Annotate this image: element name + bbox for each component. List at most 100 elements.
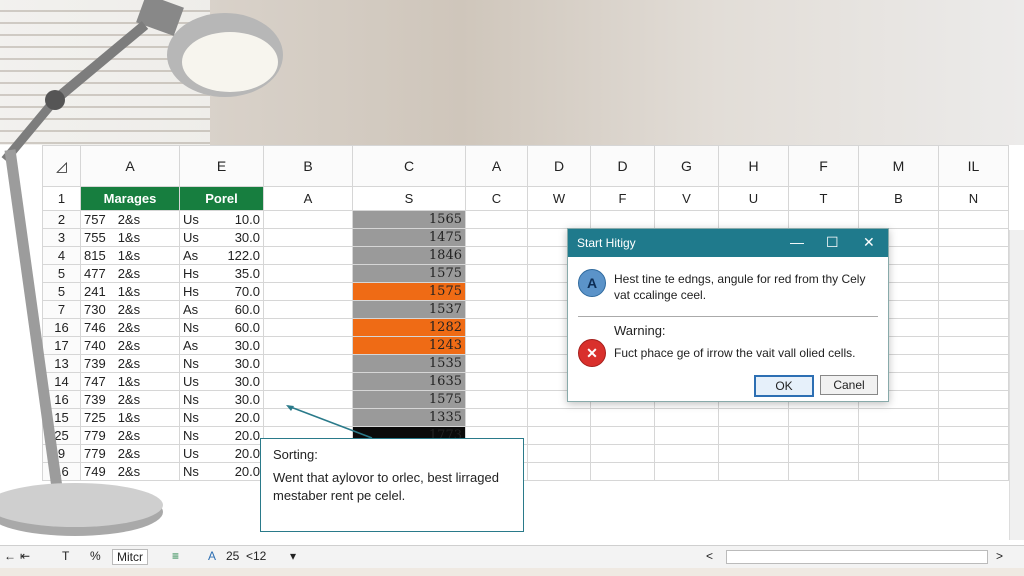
table-cell[interactable]: [788, 408, 859, 427]
row-number[interactable]: 14: [42, 372, 81, 391]
table-cell[interactable]: 730 2&s: [80, 300, 180, 319]
highlight-cell[interactable]: 1565: [352, 210, 466, 229]
chevron-down-icon[interactable]: ▾: [290, 549, 296, 563]
list-icon[interactable]: ≡: [172, 549, 179, 563]
table-cell[interactable]: [465, 408, 528, 427]
table-cell[interactable]: [465, 300, 528, 319]
close-icon[interactable]: ✕: [863, 234, 875, 251]
table-cell[interactable]: [938, 372, 1009, 391]
column-header[interactable]: B: [263, 145, 353, 187]
table-cell[interactable]: Us 30.0: [179, 372, 264, 391]
table-cell[interactable]: [263, 246, 353, 265]
table-cell[interactable]: 746 2&s: [80, 318, 180, 337]
row-number[interactable]: 16: [42, 390, 81, 409]
table-cell[interactable]: 725 1&s: [80, 408, 180, 427]
table-cell[interactable]: [590, 462, 655, 481]
table-cell[interactable]: W: [527, 186, 591, 211]
table-cell[interactable]: Hs 35.0: [179, 264, 264, 283]
table-cell[interactable]: [465, 336, 528, 355]
highlight-cell[interactable]: 1635: [352, 372, 466, 391]
table-cell[interactable]: [788, 210, 859, 229]
minimize-icon[interactable]: —: [790, 234, 804, 250]
row-number[interactable]: 2: [42, 210, 81, 229]
table-cell[interactable]: F: [590, 186, 655, 211]
table-cell[interactable]: [590, 426, 655, 445]
row-number[interactable]: 16: [42, 462, 81, 481]
highlight-cell[interactable]: 1535: [352, 354, 466, 373]
table-cell[interactable]: B: [858, 186, 939, 211]
column-header[interactable]: H: [718, 145, 789, 187]
table-cell[interactable]: 241 1&s: [80, 282, 180, 301]
scroll-right-arrow-icon[interactable]: >: [996, 549, 1003, 563]
column-header[interactable]: D: [590, 145, 655, 187]
table-cell[interactable]: [938, 228, 1009, 247]
status-item-t[interactable]: T: [62, 549, 69, 563]
table-cell[interactable]: [788, 444, 859, 463]
table-cell[interactable]: Ns 60.0: [179, 318, 264, 337]
highlight-cell[interactable]: 1575: [352, 282, 466, 301]
dialog-title-bar[interactable]: Start Hitigy — ☐ ✕: [568, 229, 888, 257]
status-item-25[interactable]: 25: [226, 549, 239, 563]
table-cell[interactable]: [654, 462, 719, 481]
status-item-percent[interactable]: %: [90, 549, 101, 563]
table-cell[interactable]: [938, 318, 1009, 337]
table-cell[interactable]: Ns 20.0: [179, 408, 264, 427]
table-cell[interactable]: [465, 210, 528, 229]
table-cell[interactable]: 755 1&s: [80, 228, 180, 247]
table-cell[interactable]: [263, 282, 353, 301]
table-cell[interactable]: U: [718, 186, 789, 211]
row-number[interactable]: 4: [42, 246, 81, 265]
table-cell[interactable]: [465, 246, 528, 265]
table-cell[interactable]: 747 1&s: [80, 372, 180, 391]
table-cell[interactable]: [858, 210, 939, 229]
maximize-icon[interactable]: ☐: [826, 234, 839, 251]
table-cell[interactable]: Us 20.0: [179, 444, 264, 463]
column-header[interactable]: E: [179, 145, 264, 187]
cancel-button[interactable]: Canel: [820, 375, 878, 395]
table-cell[interactable]: Marages: [80, 186, 180, 211]
table-cell[interactable]: 739 2&s: [80, 390, 180, 409]
table-cell[interactable]: [938, 390, 1009, 409]
column-header[interactable]: A: [80, 145, 180, 187]
table-cell[interactable]: [465, 264, 528, 283]
table-cell[interactable]: As 60.0: [179, 300, 264, 319]
vertical-scrollbar[interactable]: [1009, 230, 1024, 540]
table-cell[interactable]: [527, 444, 591, 463]
scroll-left-arrow-icon[interactable]: <: [706, 549, 713, 563]
table-cell[interactable]: As 122.0: [179, 246, 264, 265]
table-cell[interactable]: [938, 246, 1009, 265]
table-cell[interactable]: [527, 426, 591, 445]
row-number[interactable]: 1: [42, 186, 81, 211]
table-cell[interactable]: V: [654, 186, 719, 211]
table-cell[interactable]: [718, 408, 789, 427]
table-cell[interactable]: [938, 426, 1009, 445]
table-cell[interactable]: [465, 390, 528, 409]
horizontal-scrollbar[interactable]: [726, 550, 988, 564]
table-cell[interactable]: [938, 408, 1009, 427]
row-number[interactable]: 5: [42, 282, 81, 301]
table-cell[interactable]: Ns 30.0: [179, 390, 264, 409]
table-cell[interactable]: 749 2&s: [80, 462, 180, 481]
table-cell[interactable]: A: [263, 186, 353, 211]
table-cell[interactable]: 779 2&s: [80, 444, 180, 463]
highlight-cell[interactable]: 1575: [352, 264, 466, 283]
table-cell[interactable]: [858, 426, 939, 445]
row-number[interactable]: 13: [42, 354, 81, 373]
table-cell[interactable]: 779 2&s: [80, 426, 180, 445]
table-cell[interactable]: [465, 372, 528, 391]
table-cell[interactable]: 815 1&s: [80, 246, 180, 265]
table-cell[interactable]: [263, 300, 353, 319]
table-cell[interactable]: [938, 462, 1009, 481]
ok-button[interactable]: OK: [754, 375, 814, 397]
table-cell[interactable]: [263, 318, 353, 337]
table-cell[interactable]: [938, 210, 1009, 229]
table-cell[interactable]: [263, 336, 353, 355]
table-cell[interactable]: Hs 70.0: [179, 282, 264, 301]
table-cell[interactable]: As 30.0: [179, 336, 264, 355]
table-cell[interactable]: S: [352, 186, 466, 211]
table-cell[interactable]: Ns 20.0: [179, 462, 264, 481]
highlight-cell[interactable]: 1282: [352, 318, 466, 337]
table-cell[interactable]: [938, 282, 1009, 301]
highlight-cell[interactable]: 1243: [352, 336, 466, 355]
table-cell[interactable]: [590, 408, 655, 427]
